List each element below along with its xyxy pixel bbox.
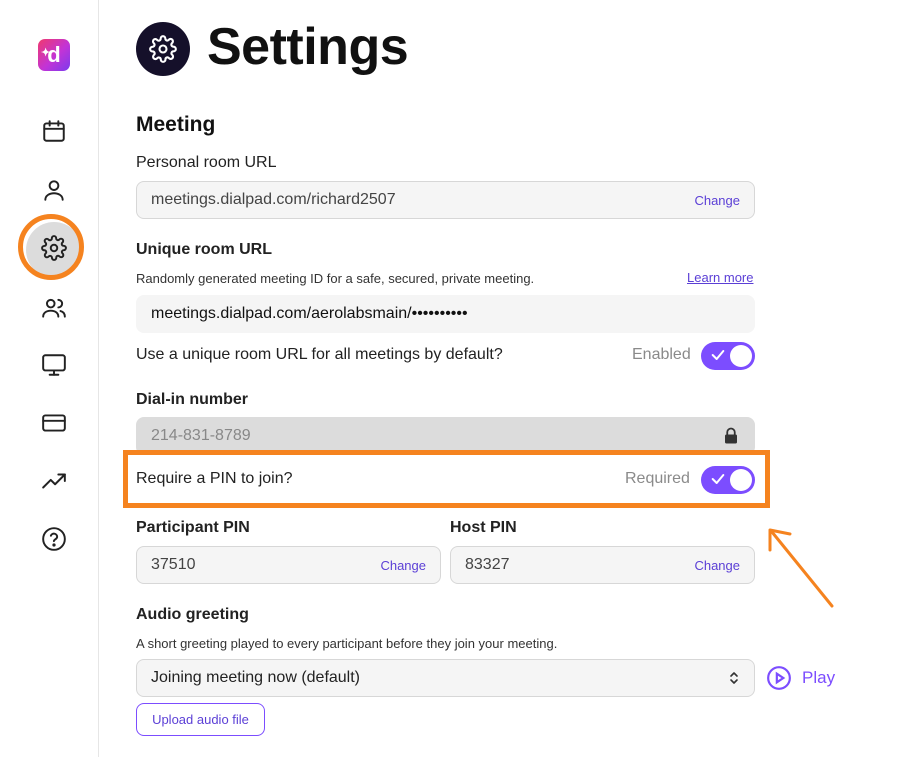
annotation-arrow-icon [768, 528, 834, 608]
personal-room-label: Personal room URL [136, 154, 277, 171]
sidebar: ✦ d [0, 0, 99, 757]
host-pin-value: 83327 [465, 556, 510, 573]
gear-icon [149, 35, 177, 63]
unique-default-status: Enabled [632, 346, 691, 363]
audio-greeting-selected: Joining meeting now (default) [151, 669, 361, 686]
sidebar-item-contacts[interactable] [38, 292, 70, 324]
host-pin-field[interactable]: 83327 Change [450, 546, 755, 584]
require-pin-highlight-box [123, 450, 770, 508]
dial-in-number-value: 214-831-8789 [151, 427, 251, 444]
audio-greeting-help-text: A short greeting played to every partici… [136, 636, 558, 651]
check-icon [711, 350, 725, 360]
help-circle-icon [42, 527, 66, 551]
sidebar-item-billing[interactable] [38, 407, 70, 439]
personal-room-url-value: meetings.dialpad.com/richard2507 [151, 191, 396, 208]
unique-default-toggle[interactable] [701, 342, 755, 370]
users-icon [42, 298, 66, 318]
audio-greeting-select[interactable]: Joining meeting now (default) [136, 659, 755, 697]
dialpad-logo[interactable]: ✦ d [38, 39, 70, 71]
host-pin-label: Host PIN [450, 519, 517, 536]
sidebar-item-help[interactable] [38, 523, 70, 555]
sparkle-icon: ✦ [41, 47, 51, 59]
monitor-icon [42, 354, 66, 376]
play-label: Play [802, 668, 836, 687]
participant-pin-change-link[interactable]: Change [380, 558, 426, 573]
learn-more-link[interactable]: Learn more [687, 270, 753, 285]
upload-audio-button[interactable]: Upload audio file [136, 703, 265, 736]
credit-card-icon [42, 414, 66, 432]
header-settings-badge [136, 22, 190, 76]
unique-room-url-field[interactable]: meetings.dialpad.com/aerolabsmain/••••••… [136, 295, 755, 333]
sidebar-item-display[interactable] [38, 349, 70, 381]
chevron-up-down-icon [730, 672, 738, 684]
personal-room-change-link[interactable]: Change [694, 193, 740, 208]
calendar-icon [43, 120, 65, 142]
personal-room-url-field[interactable]: meetings.dialpad.com/richard2507 Change [136, 181, 755, 219]
section-title-meeting: Meeting [136, 113, 216, 136]
audio-greeting-label: Audio greeting [136, 606, 249, 623]
unique-room-url-value: meetings.dialpad.com/aerolabsmain/••••••… [151, 305, 468, 322]
participant-pin-label: Participant PIN [136, 519, 250, 536]
unique-room-help-text: Randomly generated meeting ID for a safe… [136, 271, 535, 286]
unique-room-label: Unique room URL [136, 241, 272, 258]
sidebar-item-calendar[interactable] [38, 115, 70, 147]
play-circle-icon [767, 666, 791, 690]
settings-highlight-circle [18, 214, 84, 280]
trending-up-icon [42, 473, 66, 489]
user-icon [44, 180, 64, 201]
host-pin-change-link[interactable]: Change [694, 558, 740, 573]
toggle-knob [730, 345, 752, 367]
page-title: Settings [207, 18, 409, 76]
play-greeting-button[interactable]: Play [766, 665, 835, 691]
participant-pin-field[interactable]: 37510 Change [136, 546, 441, 584]
sidebar-item-profile[interactable] [38, 174, 70, 206]
unique-default-label: Use a unique room URL for all meetings b… [136, 346, 503, 363]
participant-pin-value: 37510 [151, 556, 196, 573]
sidebar-item-analytics[interactable] [38, 465, 70, 497]
dial-in-label: Dial-in number [136, 391, 249, 408]
lock-icon [725, 427, 737, 444]
